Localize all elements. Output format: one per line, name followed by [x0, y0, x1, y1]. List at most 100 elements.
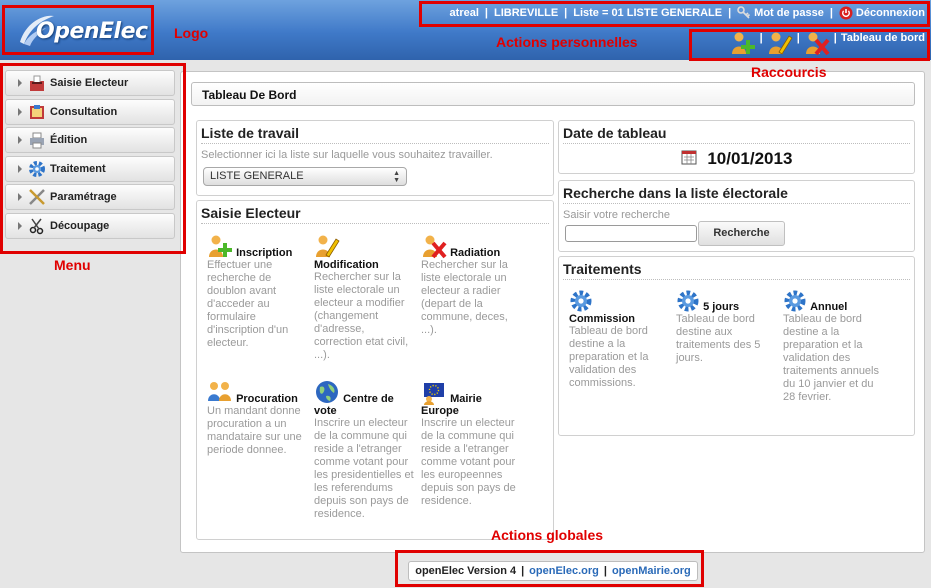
search-box: Recherche dans la liste électorale Saisi…	[558, 180, 915, 252]
city-name: LIBREVILLE	[493, 7, 559, 19]
menu-item-traitement[interactable]: Traitement	[5, 155, 175, 182]
dashboard-date: 10/01/2013	[707, 149, 793, 168]
traitement-5-jours[interactable]: 5 jours Tableau de bord destine aux trai…	[676, 289, 776, 365]
menu-item-parametrage[interactable]: Paramétrage	[5, 184, 175, 210]
traitement-title: 5 jours	[703, 301, 740, 313]
traitement-title: Commission	[569, 313, 636, 325]
worklist-box: Liste de travail Selectionner ici la lis…	[196, 120, 554, 196]
traitement-commission[interactable]: Commission Tableau de bord destine a la …	[569, 289, 669, 390]
action-title: Inscription	[236, 247, 293, 259]
edit-elector-icon	[316, 235, 340, 258]
menu-item-label: Saisie Electeur	[50, 77, 129, 89]
scissors-icon	[29, 218, 44, 234]
saisie-title: Saisie Electeur	[201, 205, 549, 224]
traitement-desc: Tableau de bord destine aux traitements …	[676, 313, 761, 364]
search-hint: Saisir votre recherche	[563, 209, 670, 221]
action-radiation[interactable]: Radiation Rechercher sur la liste electo…	[421, 233, 521, 337]
traitement-desc: Tableau de bord destine a la preparation…	[783, 313, 879, 403]
sidebar-menu: Saisie Electeur Consultation Édition Tra…	[5, 70, 175, 241]
search-input[interactable]	[565, 225, 697, 242]
action-inscription[interactable]: Inscription Effectuer une recherche de d…	[207, 233, 307, 350]
menu-item-label: Paramétrage	[50, 191, 117, 203]
arrow-right-icon	[18, 79, 22, 87]
logo-text: OpenElec	[36, 19, 148, 44]
openelec-link[interactable]: openElec.org	[529, 565, 599, 577]
logout-link[interactable]: Déconnexion	[839, 6, 925, 20]
traitements-box: Traitements Commission Tableau de bord d…	[558, 256, 915, 436]
action-desc: Rechercher sur la liste electorale un el…	[421, 259, 508, 336]
user-name: atreal	[449, 7, 479, 19]
power-icon	[839, 6, 853, 20]
traitement-annuel[interactable]: Annuel Tableau de bord destine a la prep…	[783, 289, 883, 404]
arrow-right-icon	[18, 193, 22, 201]
menu-item-decoupage[interactable]: Découpage	[5, 212, 175, 239]
proxy-icon	[208, 382, 231, 401]
gear-icon	[29, 160, 45, 177]
annotation-menu-label: Menu	[54, 257, 91, 273]
traitements-title: Traitements	[563, 261, 910, 280]
gear-icon	[570, 290, 592, 312]
printer-icon	[30, 132, 44, 149]
menu-item-saisie-electeur[interactable]: Saisie Electeur	[5, 70, 175, 96]
menu-item-edition[interactable]: Édition	[5, 127, 175, 153]
menu-item-label: Découpage	[50, 219, 110, 232]
worklist-selected: LISTE GENERALE	[210, 170, 304, 182]
worklist-hint: Selectionner ici la liste sur laquelle v…	[201, 149, 493, 161]
date-box: Date de tableau 10/01/2013	[558, 120, 915, 174]
password-link[interactable]: Mot de passe	[737, 6, 824, 20]
annotation-logo-label: Logo	[174, 25, 209, 41]
action-procuration[interactable]: Procuration Un mandant donne procuration…	[207, 379, 307, 457]
remove-elector-icon[interactable]	[804, 30, 830, 56]
current-list: Liste = 01 LISTE GENERALE	[573, 7, 723, 19]
action-modification[interactable]: Modification Rechercher sur la liste ele…	[314, 233, 414, 362]
menu-item-label: Consultation	[50, 105, 118, 118]
traitement-title: Annuel	[810, 301, 848, 313]
header: OpenElec atreal | LIBREVILLE | Liste = 0…	[0, 0, 931, 60]
gear-icon	[784, 290, 806, 312]
arrow-right-icon	[18, 164, 22, 173]
book-icon	[30, 104, 44, 119]
action-desc: Inscrire un electeur de la commune qui r…	[421, 417, 516, 507]
page-title: Tableau De Bord	[191, 82, 915, 106]
logout-label: Déconnexion	[855, 7, 925, 19]
add-elector-icon	[209, 235, 232, 257]
menu-item-label: Traitement	[50, 162, 106, 175]
annotation-global-actions-label: Actions globales	[491, 527, 604, 543]
action-mairie-europe[interactable]: Mairie Europe Inscrire un electeur de la…	[421, 379, 521, 508]
openmairie-link[interactable]: openMairie.org	[612, 565, 691, 577]
calendar-icon	[681, 150, 697, 165]
saisie-box: Saisie Electeur Inscription Effectuer un…	[196, 200, 554, 540]
worklist-title: Liste de travail	[201, 125, 549, 144]
action-title: Procuration	[236, 393, 298, 405]
remove-elector-icon	[423, 235, 447, 259]
main-panel: Tableau De Bord Liste de travail Selecti…	[180, 71, 925, 553]
worklist-select[interactable]: LISTE GENERALE ▲ ▼	[203, 167, 407, 186]
traitement-desc: Tableau de bord destine a la preparation…	[569, 325, 649, 389]
ballot-box-icon	[30, 75, 44, 91]
menu-item-label: Édition	[50, 134, 88, 146]
action-desc: Un mandant donne procuration a un mandat…	[207, 405, 302, 456]
arrow-right-icon	[18, 107, 22, 116]
date-title: Date de tableau	[563, 125, 910, 144]
logo[interactable]: OpenElec	[10, 10, 148, 52]
search-button[interactable]: Recherche	[698, 221, 785, 246]
gear-icon	[677, 290, 699, 312]
footer: openElec Version 4 | openElec.org | open…	[408, 561, 698, 581]
eu-flag-icon	[424, 383, 444, 405]
arrow-right-icon	[18, 221, 22, 230]
dashboard-link[interactable]: Tableau de bord	[841, 32, 925, 44]
add-elector-icon[interactable]	[730, 30, 756, 56]
globe-icon	[316, 381, 338, 403]
date-row: 10/01/2013	[559, 149, 914, 169]
annotation-personal-actions-label: Actions personnelles	[496, 34, 638, 50]
user-actions: atreal | LIBREVILLE | Liste = 01 LISTE G…	[449, 6, 925, 20]
tools-icon	[29, 189, 45, 205]
updown-icon: ▲ ▼	[393, 170, 400, 184]
annotation-shortcuts-label: Raccourcis	[751, 64, 827, 80]
action-centre-de-vote[interactable]: Centre de vote Inscrire un electeur de l…	[314, 379, 414, 521]
action-desc: Rechercher sur la liste electorale un el…	[314, 271, 409, 361]
menu-item-consultation[interactable]: Consultation	[5, 98, 175, 125]
shortcuts: | | | Tableau de bord	[730, 30, 925, 58]
search-title: Recherche dans la liste électorale	[563, 185, 910, 204]
edit-elector-icon[interactable]	[767, 30, 793, 56]
